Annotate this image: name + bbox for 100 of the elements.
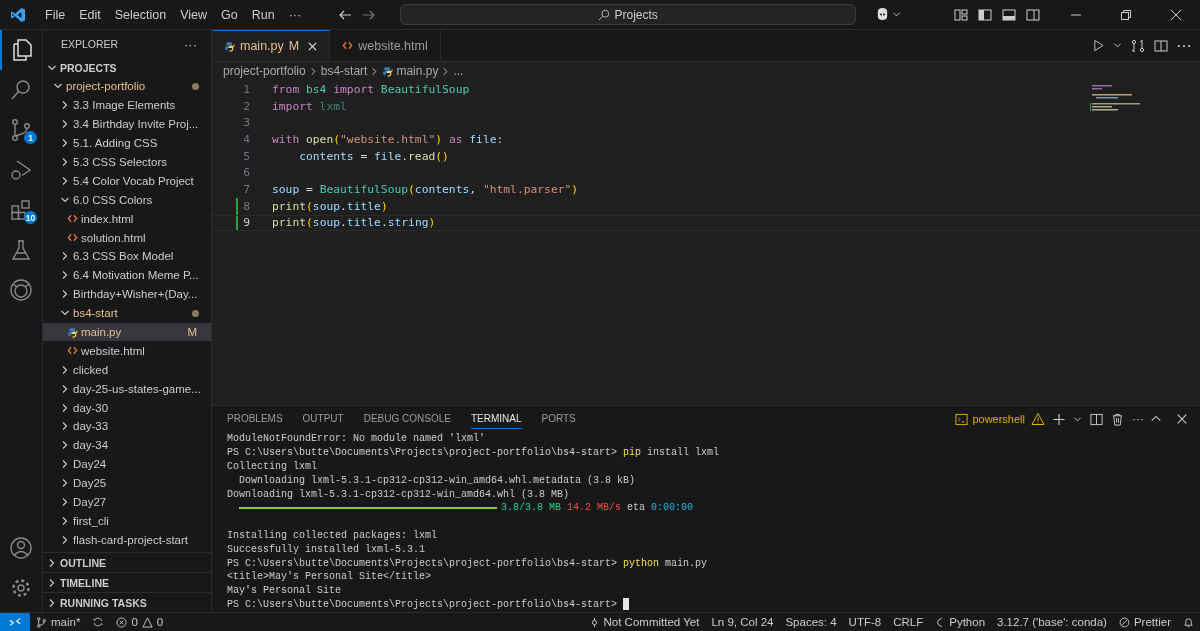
status-item[interactable]: Python [929, 616, 992, 628]
source-control-icon[interactable] [9, 118, 33, 142]
tree-item[interactable]: flash-card-project-start [43, 530, 211, 550]
terminal-text: Downloading lxml-5.3.1-cp312-cp312-win_amd64.whl.metadata (3.8 kB) [238, 474, 636, 486]
close-icon[interactable] [1170, 8, 1182, 21]
more-button[interactable]: ··· [184, 36, 197, 52]
section-header[interactable]: PROJECTS [43, 58, 211, 77]
tree-item[interactable]: day-33 [43, 417, 211, 436]
status-item[interactable]: Not Committed Yet [582, 616, 706, 628]
terminal-text: Collecting lxml [227, 461, 317, 472]
tree-item[interactable]: 3.3 Image Elements [43, 95, 211, 115]
chevron-down-icon[interactable] [892, 10, 902, 19]
tree-item[interactable]: day-30 [43, 398, 211, 418]
secondary-sidebar-icon[interactable] [1026, 7, 1040, 22]
tree-item[interactable]: main.py M [43, 322, 211, 342]
split-editor-icon[interactable] [1154, 38, 1168, 53]
breadcrumb-item[interactable]: ... [453, 64, 464, 78]
tree-item[interactable]: website.html [43, 341, 211, 361]
search-field[interactable]: Projects [400, 4, 857, 25]
editor-tab[interactable]: website.html [330, 30, 441, 61]
panel-tab[interactable]: PORTS [541, 409, 576, 429]
tree-item[interactable]: clicked [43, 360, 211, 380]
menu-item[interactable]: Run [244, 7, 282, 22]
chevron-icon [60, 289, 70, 300]
menu-item[interactable]: Go [214, 7, 245, 22]
terminal-text: 0:00:00 [651, 502, 694, 514]
tree-item[interactable]: Day25 [43, 473, 211, 493]
terminal-name[interactable]: powershell [972, 413, 1025, 425]
tree-item[interactable]: 5.4 Color Vocab Project [43, 171, 211, 191]
trash-icon[interactable] [1111, 412, 1124, 426]
split-terminal-icon[interactable] [1090, 412, 1103, 426]
status-item[interactable]: Prettier [1112, 616, 1177, 628]
status-item[interactable]: 3.12.7 ('base': conda) [991, 616, 1113, 628]
tree-item[interactable]: Day24 [43, 454, 211, 474]
extensions-icon[interactable] [9, 198, 33, 222]
compare-icon[interactable] [1131, 38, 1145, 53]
close-icon[interactable] [1176, 413, 1188, 425]
status-item[interactable]: Ln 9, Col 24 [705, 616, 780, 628]
account-icon[interactable] [9, 536, 33, 560]
problems-button[interactable]: 0 0 [110, 616, 170, 628]
close-icon[interactable] [308, 41, 318, 51]
terminal-text: eta [626, 502, 647, 514]
tree-item[interactable]: first_cli [43, 511, 211, 531]
plus-icon[interactable] [1053, 412, 1065, 426]
chevron-icon [441, 66, 451, 76]
tree-item[interactable]: 5.3 CSS Selectors [43, 152, 211, 172]
breadcrumb-item[interactable]: project-portfolio [223, 64, 306, 78]
panel-tab[interactable]: OUTPUT [302, 409, 344, 429]
status-item[interactable]: CRLF [887, 616, 930, 628]
status-item[interactable]: UTF-8 [842, 616, 888, 628]
breadcrumb-item[interactable]: bs4-start [320, 64, 368, 78]
tree-item[interactable]: 5.1. Adding CSS [43, 133, 211, 153]
restore-icon[interactable] [1120, 8, 1132, 21]
count-badge: 10 [24, 211, 37, 224]
chevron-icon [60, 157, 70, 167]
menu-item[interactable]: Selection [107, 7, 174, 22]
tree-item[interactable]: solution.html [43, 228, 211, 247]
chevron-icon [60, 440, 70, 451]
tree-item[interactable]: index.html [43, 209, 211, 229]
flask-icon[interactable] [9, 238, 33, 262]
section-header[interactable]: OUTLINE [43, 552, 211, 572]
search-icon[interactable] [9, 78, 33, 102]
terminal-text: PS C:\Users\butte\Documents\Projects\project-portfolio\bs4-start> [227, 557, 619, 569]
tree-item[interactable]: bs4-start [43, 303, 211, 323]
panel-toggle-icon[interactable] [1002, 7, 1016, 22]
menu-item[interactable]: File [38, 7, 73, 22]
panel-tab[interactable]: PROBLEMS [227, 409, 283, 429]
status-item[interactable]: Spaces: 4 [779, 616, 843, 628]
section-header[interactable]: TIMELINE [43, 572, 211, 592]
more-button[interactable]: ··· [1132, 412, 1144, 426]
chevron-icon [60, 534, 70, 545]
layout-icon[interactable] [954, 7, 968, 22]
branch-button[interactable]: main* [30, 616, 87, 628]
sync-icon[interactable] [92, 616, 105, 628]
panel-tab[interactable]: DEBUG CONSOLE [363, 409, 451, 429]
chevron-icon [60, 459, 70, 470]
breadcrumb-item[interactable]: main.py [396, 64, 439, 78]
menu-item[interactable]: Edit [72, 7, 108, 22]
sidebar-toggle-icon[interactable] [978, 7, 992, 22]
run-debug-icon[interactable] [9, 158, 33, 182]
menu-item[interactable]: View [173, 7, 214, 22]
editor-tab[interactable]: main.py M [212, 30, 331, 61]
tree-item[interactable]: day-34 [43, 435, 211, 455]
tree-item[interactable]: project-portfolio [43, 77, 211, 96]
tree-item[interactable]: day-25-us-states-game... [43, 379, 211, 399]
settings-icon[interactable] [9, 576, 33, 600]
tree-item[interactable]: 6.3 CSS Box Model [43, 247, 211, 266]
menu-item[interactable]: ··· [281, 7, 309, 22]
remote-button[interactable] [0, 613, 30, 631]
panel-tab[interactable]: TERMINAL [470, 409, 522, 429]
count-badge: 1 [24, 131, 37, 144]
tree-item[interactable]: Day27 [43, 492, 211, 512]
tree-item[interactable]: 3.4 Birthday Invite Proj... [43, 114, 211, 134]
tree-item[interactable]: 6.4 Motivation Meme P... [43, 265, 211, 285]
run-icon[interactable] [1093, 39, 1104, 52]
tree-item[interactable]: 6.0 CSS Colors [43, 190, 211, 210]
code-line: print(soup.title.string) [272, 216, 436, 230]
chevron-down-icon[interactable] [1113, 41, 1122, 50]
files-icon[interactable] [10, 38, 34, 62]
tree-item[interactable]: Birthday+Wisher+(Day... [43, 284, 211, 304]
